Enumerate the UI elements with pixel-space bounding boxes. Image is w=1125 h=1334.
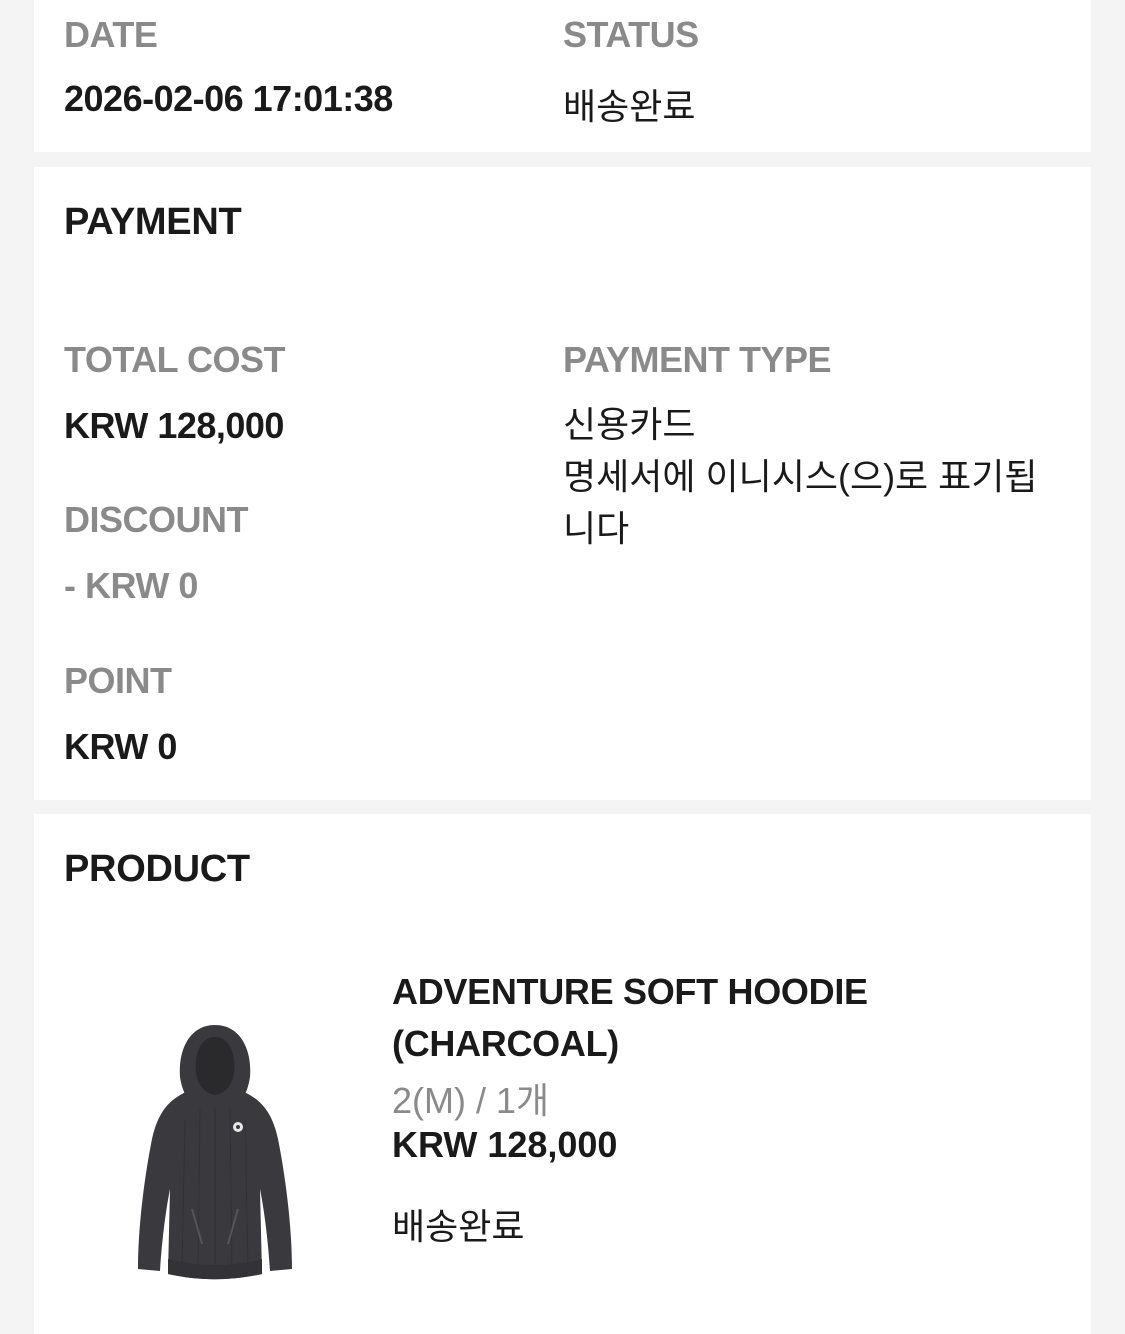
discount-label: DISCOUNT [64,499,249,540]
status-value: 배송완료 [563,86,696,127]
product-price: KRW 128,000 [392,1124,618,1165]
product-status: 배송완료 [392,1206,525,1247]
product-card: PRODUCT ADVENTURE SOFT HOODIE (CHARCOAL)… [34,814,1091,1334]
point-label: POINT [64,660,172,701]
payment-type-label: PAYMENT TYPE [563,339,832,380]
total-cost-value: KRW 128,000 [64,405,284,446]
date-value: 2026-02-06 17:01:38 [64,78,393,119]
payment-card: PAYMENT TOTAL COST KRW 128,000 DISCOUNT … [34,167,1091,800]
order-info-card: DATE 2026-02-06 17:01:38 STATUS 배송완료 [34,0,1091,152]
charcoal-hoodie-image[interactable] [130,1019,300,1284]
product-name[interactable]: ADVENTURE SOFT HOODIE (CHARCOAL) [392,966,1012,1070]
product-title: PRODUCT [64,848,250,890]
date-label: DATE [64,14,158,55]
status-label: STATUS [563,14,699,55]
payment-type-value: 신용카드 명세서에 이니시스(으)로 표기됩니다 [563,404,1038,549]
point-value: KRW 0 [64,726,177,767]
payment-title: PAYMENT [64,201,242,243]
discount-value: - KRW 0 [64,565,198,606]
total-cost-label: TOTAL COST [64,339,286,380]
product-option: 2(M) / 1개 [392,1080,550,1121]
